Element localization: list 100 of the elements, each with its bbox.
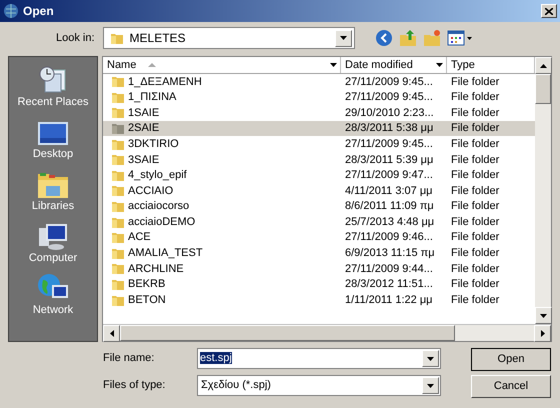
file-row[interactable]: 3DKTIRIO 27/11/2009 9:45... File folder: [103, 136, 535, 152]
column-header[interactable]: Date modified: [341, 57, 447, 73]
table-cell-text: 29/10/2010 2:23...: [344, 106, 435, 121]
scroll-down-button[interactable]: [535, 307, 552, 324]
table-cell-text: 4/11/2011 3:07 μμ: [344, 184, 434, 199]
table-cell-text: 1_ΠΙΣΙΝΑ: [128, 90, 176, 106]
folder-icon: [111, 246, 125, 260]
caret-icon[interactable]: [330, 63, 337, 67]
table-cell-text: File folder: [450, 246, 500, 262]
table-cell-text: 27/11/2009 9:45...: [344, 90, 434, 106]
globe-icon: [3, 3, 19, 19]
table-cell-text: ACE: [128, 230, 151, 246]
file-row[interactable]: BEKRB 28/3/2012 11:51... File folder: [103, 276, 535, 292]
computer-icon: [37, 222, 69, 252]
file-row[interactable]: 2SAIE 28/3/2011 5:38 μμ File folder: [103, 120, 535, 136]
table-cell-text: 28/3/2011 5:38 μμ: [344, 121, 434, 136]
table-cell-text: File folder: [450, 230, 500, 246]
folder-icon: [111, 90, 125, 104]
dropdown-button[interactable]: [422, 377, 439, 394]
table-cell-text: 28/3/2012 11:51...: [344, 277, 434, 292]
back-icon[interactable]: [374, 29, 393, 47]
scroll-left-button[interactable]: [103, 325, 120, 342]
folder-icon: [111, 200, 125, 214]
caret-icon[interactable]: [436, 63, 443, 67]
file-row[interactable]: 1_ΠΙΣΙΝΑ 27/11/2009 9:45... File folder: [103, 90, 535, 106]
file-name-field[interactable]: est.spj: [197, 348, 441, 369]
dropdown-button[interactable]: [422, 350, 439, 367]
places-item[interactable]: Desktop: [9, 113, 97, 161]
dialog-button[interactable]: Open: [471, 348, 551, 371]
table-cell-text: File folder: [450, 106, 500, 121]
file-row[interactable]: acciaiocorso 8/6/2011 11:09 πμ File folder: [103, 198, 535, 214]
table-cell-text: 27/11/2009 9:46...: [344, 230, 434, 246]
vertical-scrollbar[interactable]: [535, 57, 551, 324]
table-cell-text: 8/6/2011 11:09 πμ: [344, 199, 435, 214]
folder-icon: [111, 262, 125, 276]
folder-icon: [111, 153, 125, 166]
table-cell-text: 28/3/2011 5:39 μμ: [344, 152, 434, 168]
table-cell-text: 1/11/2011 1:22 μμ: [344, 292, 434, 308]
table-cell-text: 27/11/2009 9:45...: [344, 136, 434, 152]
places-item[interactable]: Libraries: [9, 165, 97, 213]
file-type-dropdown[interactable]: Σχεδίου (*.spj): [197, 375, 441, 396]
table-cell-text: 6/9/2013 11:15 πμ: [344, 246, 436, 262]
file-row[interactable]: 4_stylo_epif 27/11/2009 9:47... File folder: [103, 168, 535, 184]
close-button[interactable]: [541, 4, 557, 18]
table-cell-text: 3SAIE: [128, 152, 160, 168]
places-item[interactable]: Network: [9, 269, 97, 317]
table-cell-text: 27/11/2009 9:44...: [344, 262, 434, 277]
table-cell-text: acciaioDEMO: [128, 214, 196, 230]
table-cell-text: 25/7/2013 4:48 μμ: [344, 214, 436, 230]
table-cell-text: File folder: [450, 90, 500, 106]
right-arrow-icon: [540, 330, 544, 337]
folder-icon: [111, 122, 125, 136]
horizontal-scrollbar[interactable]: [103, 324, 551, 341]
look-in-label: Look in:: [56, 30, 95, 46]
places-item[interactable]: Recent Places: [9, 61, 97, 109]
column-header[interactable]: Name: [103, 57, 341, 73]
caret-icon[interactable]: [466, 36, 472, 40]
folder-icon: [111, 138, 125, 151]
folder-icon: [111, 184, 125, 198]
table-cell-text: 1_ΔΕΞΑΜΕΝΗ: [128, 74, 202, 90]
file-row[interactable]: 1SAIE 29/10/2010 2:23... File folder: [103, 105, 535, 121]
file-row[interactable]: acciaioDEMO 25/7/2013 4:48 μμ File folder: [103, 214, 535, 230]
file-row[interactable]: ARCHLINE 27/11/2009 9:44... File folder: [103, 261, 535, 277]
view-menu-icon[interactable]: [446, 30, 465, 46]
table-cell-text: File folder: [450, 136, 500, 152]
folder-icon: [111, 278, 125, 292]
table-cell-text: ACCIAIO: [128, 184, 174, 199]
desktop-icon: [37, 120, 69, 148]
file-row[interactable]: 1_ΔΕΞΑΜΕΝΗ 27/11/2009 9:45... File folder: [103, 74, 535, 90]
look-in-dropdown[interactable]: MELETES: [102, 27, 355, 49]
dialog-button[interactable]: Cancel: [471, 375, 551, 398]
table-cell-text: File folder: [450, 262, 500, 277]
scroll-up-button[interactable]: [535, 57, 552, 74]
table-cell-text: 27/11/2009 9:47...: [344, 168, 434, 184]
table-cell-text: 4_stylo_epif: [128, 168, 187, 184]
dropdown-arrow-button[interactable]: [334, 30, 352, 46]
table-cell-text: AMALIA_TEST: [128, 246, 203, 262]
folder-icon: [37, 170, 69, 200]
folder-icon: [111, 106, 125, 120]
file-row[interactable]: 3SAIE 28/3/2011 5:39 μμ File folder: [103, 152, 535, 168]
table-cell-text: 1SAIE: [128, 106, 160, 121]
table-cell-text: 27/11/2009 9:45...: [344, 74, 434, 90]
up-arrow-icon: [540, 64, 547, 68]
field-label: Files of type:: [103, 378, 166, 394]
file-row[interactable]: BETON 1/11/2011 1:22 μμ File folder: [103, 292, 535, 308]
table-cell-text: BETON: [128, 292, 166, 308]
scroll-right-button[interactable]: [534, 325, 551, 342]
file-row[interactable]: ACCIAIO 4/11/2011 3:07 μμ File folder: [103, 183, 535, 199]
caret-icon: [540, 314, 547, 318]
places-item[interactable]: Computer: [9, 217, 97, 265]
caret-icon: [340, 36, 347, 40]
scroll-thumb[interactable]: [120, 325, 455, 341]
table-cell-text: File folder: [450, 214, 500, 230]
left-arrow-icon: [110, 330, 114, 337]
table-cell-text: ARCHLINE: [128, 262, 184, 277]
file-row[interactable]: ACE 27/11/2009 9:46... File folder: [103, 230, 535, 246]
file-row[interactable]: AMALIA_TEST 6/9/2013 11:15 πμ File folder: [103, 246, 535, 262]
table-cell-text: File folder: [450, 184, 500, 199]
folder-icon: [111, 231, 125, 244]
scroll-thumb[interactable]: [535, 74, 551, 104]
